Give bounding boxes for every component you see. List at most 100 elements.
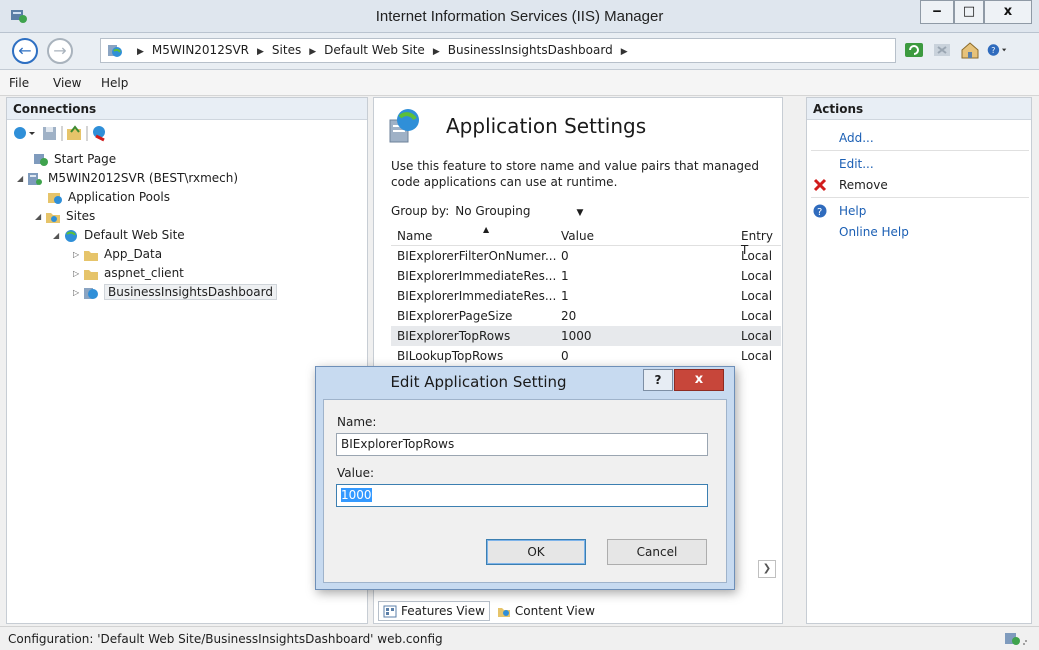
expand-icon[interactable]: ▷ (73, 283, 83, 302)
breadcrumb-sites[interactable]: Sites (272, 43, 301, 57)
minimize-button[interactable]: ‒ (920, 0, 954, 24)
cell-value: 1 (561, 289, 569, 303)
content-view-icon (497, 608, 510, 617)
name-field[interactable]: BIExplorerTopRows (336, 433, 708, 456)
scroll-right-button[interactable]: ❯ (758, 560, 776, 578)
help-menu-icon[interactable]: ? (987, 41, 1007, 59)
svg-text:?: ? (817, 207, 822, 218)
server-status-icon (1005, 633, 1027, 645)
sites-folder-icon (46, 212, 60, 223)
breadcrumb-default-web-site[interactable]: Default Web Site (324, 43, 425, 57)
column-name[interactable]: Name (397, 229, 432, 243)
tab-content-view[interactable]: Content View (492, 601, 600, 621)
cell-name: BIExplorerFilterOnNumer... (397, 249, 557, 263)
status-bar: Configuration: 'Default Web Site/Busines… (0, 626, 1039, 650)
tree-label: M5WIN2012SVR (BEST\rxmech) (48, 171, 239, 185)
table-header: Name ▲ Value Entry T (391, 225, 781, 257)
action-divider (811, 197, 1029, 198)
table-row[interactable]: BIExplorerImmediateRes... 1 Local (391, 266, 781, 286)
menu-help[interactable]: Help (101, 76, 128, 90)
up-level-icon[interactable] (67, 125, 81, 140)
action-remove[interactable]: Remove (839, 178, 888, 192)
connect-icon[interactable] (14, 127, 35, 139)
breadcrumb-separator-icon: ▶ (309, 47, 317, 57)
action-edit[interactable]: Edit... (839, 157, 874, 171)
value-field[interactable]: 1000 (336, 484, 708, 507)
window-title: Internet Information Services (IIS) Mana… (375, 8, 664, 25)
tree-item-aspnet-client[interactable]: ▷ aspnet_client (73, 264, 184, 283)
collapse-icon[interactable]: ◢ (17, 169, 27, 188)
status-text: Configuration: 'Default Web Site/Busines… (8, 632, 443, 646)
breadcrumb[interactable]: ▶ M5WIN2012SVR ▶ Sites ▶ Default Web Site ▶ Bus… (100, 38, 896, 63)
connections-pane: Connections Start Page ◢ M5WIN2012SVR (BE… (6, 97, 368, 624)
dialog-help-button[interactable]: ? (643, 369, 673, 391)
table-row[interactable]: BIExplorerFilterOnNumer... 0 Local (391, 246, 781, 266)
menu-view[interactable]: View (53, 76, 81, 90)
dialog-body: Name: BIExplorerTopRows Value: 1000 OK C… (323, 399, 727, 583)
cell-name: BIExplorerPageSize (397, 309, 513, 323)
cell-entry-type: Local (741, 289, 773, 303)
tree-item-application-pools[interactable]: Application Pools (47, 188, 170, 207)
tree-label: aspnet_client (104, 266, 184, 280)
breadcrumb-server[interactable]: M5WIN2012SVR (152, 43, 249, 57)
action-add[interactable]: Add... (839, 131, 874, 145)
tab-features-view[interactable]: Features View (378, 601, 490, 621)
table-row[interactable]: BIExplorerTopRows 1000 Local (391, 326, 781, 346)
maximize-button[interactable]: □ (954, 0, 984, 24)
group-by-select[interactable]: No Grouping (455, 204, 530, 218)
value-selected-text: 1000 (341, 488, 372, 502)
svg-text:?: ? (992, 46, 996, 55)
action-online-help[interactable]: Online Help (839, 225, 909, 239)
table-row[interactable]: BIExplorerPageSize 20 Local (391, 306, 781, 326)
connections-header: Connections (7, 98, 367, 120)
tree-label: Start Page (54, 152, 117, 166)
collapse-icon[interactable]: ◢ (53, 226, 63, 245)
address-bar: ← → ▶ M5WIN2012SVR ▶ Sites ▶ Default Web Site… (0, 33, 1039, 70)
breadcrumb-bid[interactable]: BusinessInsightsDashboard (448, 43, 613, 57)
breadcrumb-separator-icon[interactable]: ▶ (621, 47, 628, 57)
tree-item-sites[interactable]: ◢ Sites (35, 207, 95, 226)
action-help[interactable]: Help (839, 204, 866, 218)
tree-item-business-insights-dashboard[interactable]: ▷ BusinessInsightsDashboard (73, 283, 277, 302)
feature-description: Use this feature to store name and value… (391, 159, 760, 189)
breadcrumb-separator-icon: ▶ (432, 47, 440, 57)
refresh-icon[interactable] (904, 41, 924, 59)
tree-item-start-page[interactable]: Start Page (33, 150, 116, 169)
cancel-button[interactable]: Cancel (607, 539, 707, 565)
table-row[interactable]: BILookupTopRows 0 Local (391, 346, 781, 366)
close-window-button[interactable]: x (984, 0, 1032, 24)
breadcrumb-separator-icon: ▶ (257, 47, 264, 57)
home-icon[interactable] (960, 41, 980, 59)
disconnect-icon[interactable] (93, 126, 105, 142)
tree-item-app-data[interactable]: ▷ App_Data (73, 245, 162, 264)
back-button[interactable]: ← (12, 38, 38, 64)
collapse-icon[interactable]: ◢ (35, 207, 45, 226)
ok-button[interactable]: OK (486, 539, 586, 565)
expand-icon[interactable]: ▷ (73, 264, 83, 283)
web-application-icon (84, 287, 98, 299)
tree-item-server[interactable]: ◢ M5WIN2012SVR (BEST\rxmech) (17, 169, 238, 188)
settings-table: Name ▲ Value Entry T BIExplorerFilterOnN… (391, 225, 781, 366)
cell-entry-type: Local (741, 269, 773, 283)
dialog-close-button[interactable]: x (674, 369, 724, 391)
cell-value: 1 (561, 269, 569, 283)
dialog-title: Edit Application Setting (390, 373, 567, 391)
tree-item-default-web-site[interactable]: ◢ Default Web Site (53, 226, 185, 245)
group-by-label: Group by: (391, 204, 450, 218)
page-title: Application Settings (446, 114, 647, 138)
title-bar: Internet Information Services (IIS) Mana… (0, 0, 1039, 33)
menu-file[interactable]: File (9, 76, 29, 90)
cell-value: 0 (561, 349, 569, 363)
menu-bar: File View Help (0, 70, 1039, 96)
cell-entry-type: Local (741, 349, 773, 363)
breadcrumb-separator-icon: ▶ (137, 47, 144, 57)
column-value[interactable]: Value (561, 229, 594, 243)
cell-name: BILookupTopRows (397, 349, 504, 363)
chevron-down-icon[interactable]: ▼ (576, 208, 583, 218)
expand-icon[interactable]: ▷ (73, 245, 83, 264)
stop-icon[interactable] (932, 41, 952, 59)
table-row[interactable]: BIExplorerImmediateRes... 1 Local (391, 286, 781, 306)
save-icon[interactable] (43, 127, 56, 140)
sort-ascending-icon: ▲ (483, 225, 490, 234)
forward-button[interactable]: → (47, 38, 73, 64)
